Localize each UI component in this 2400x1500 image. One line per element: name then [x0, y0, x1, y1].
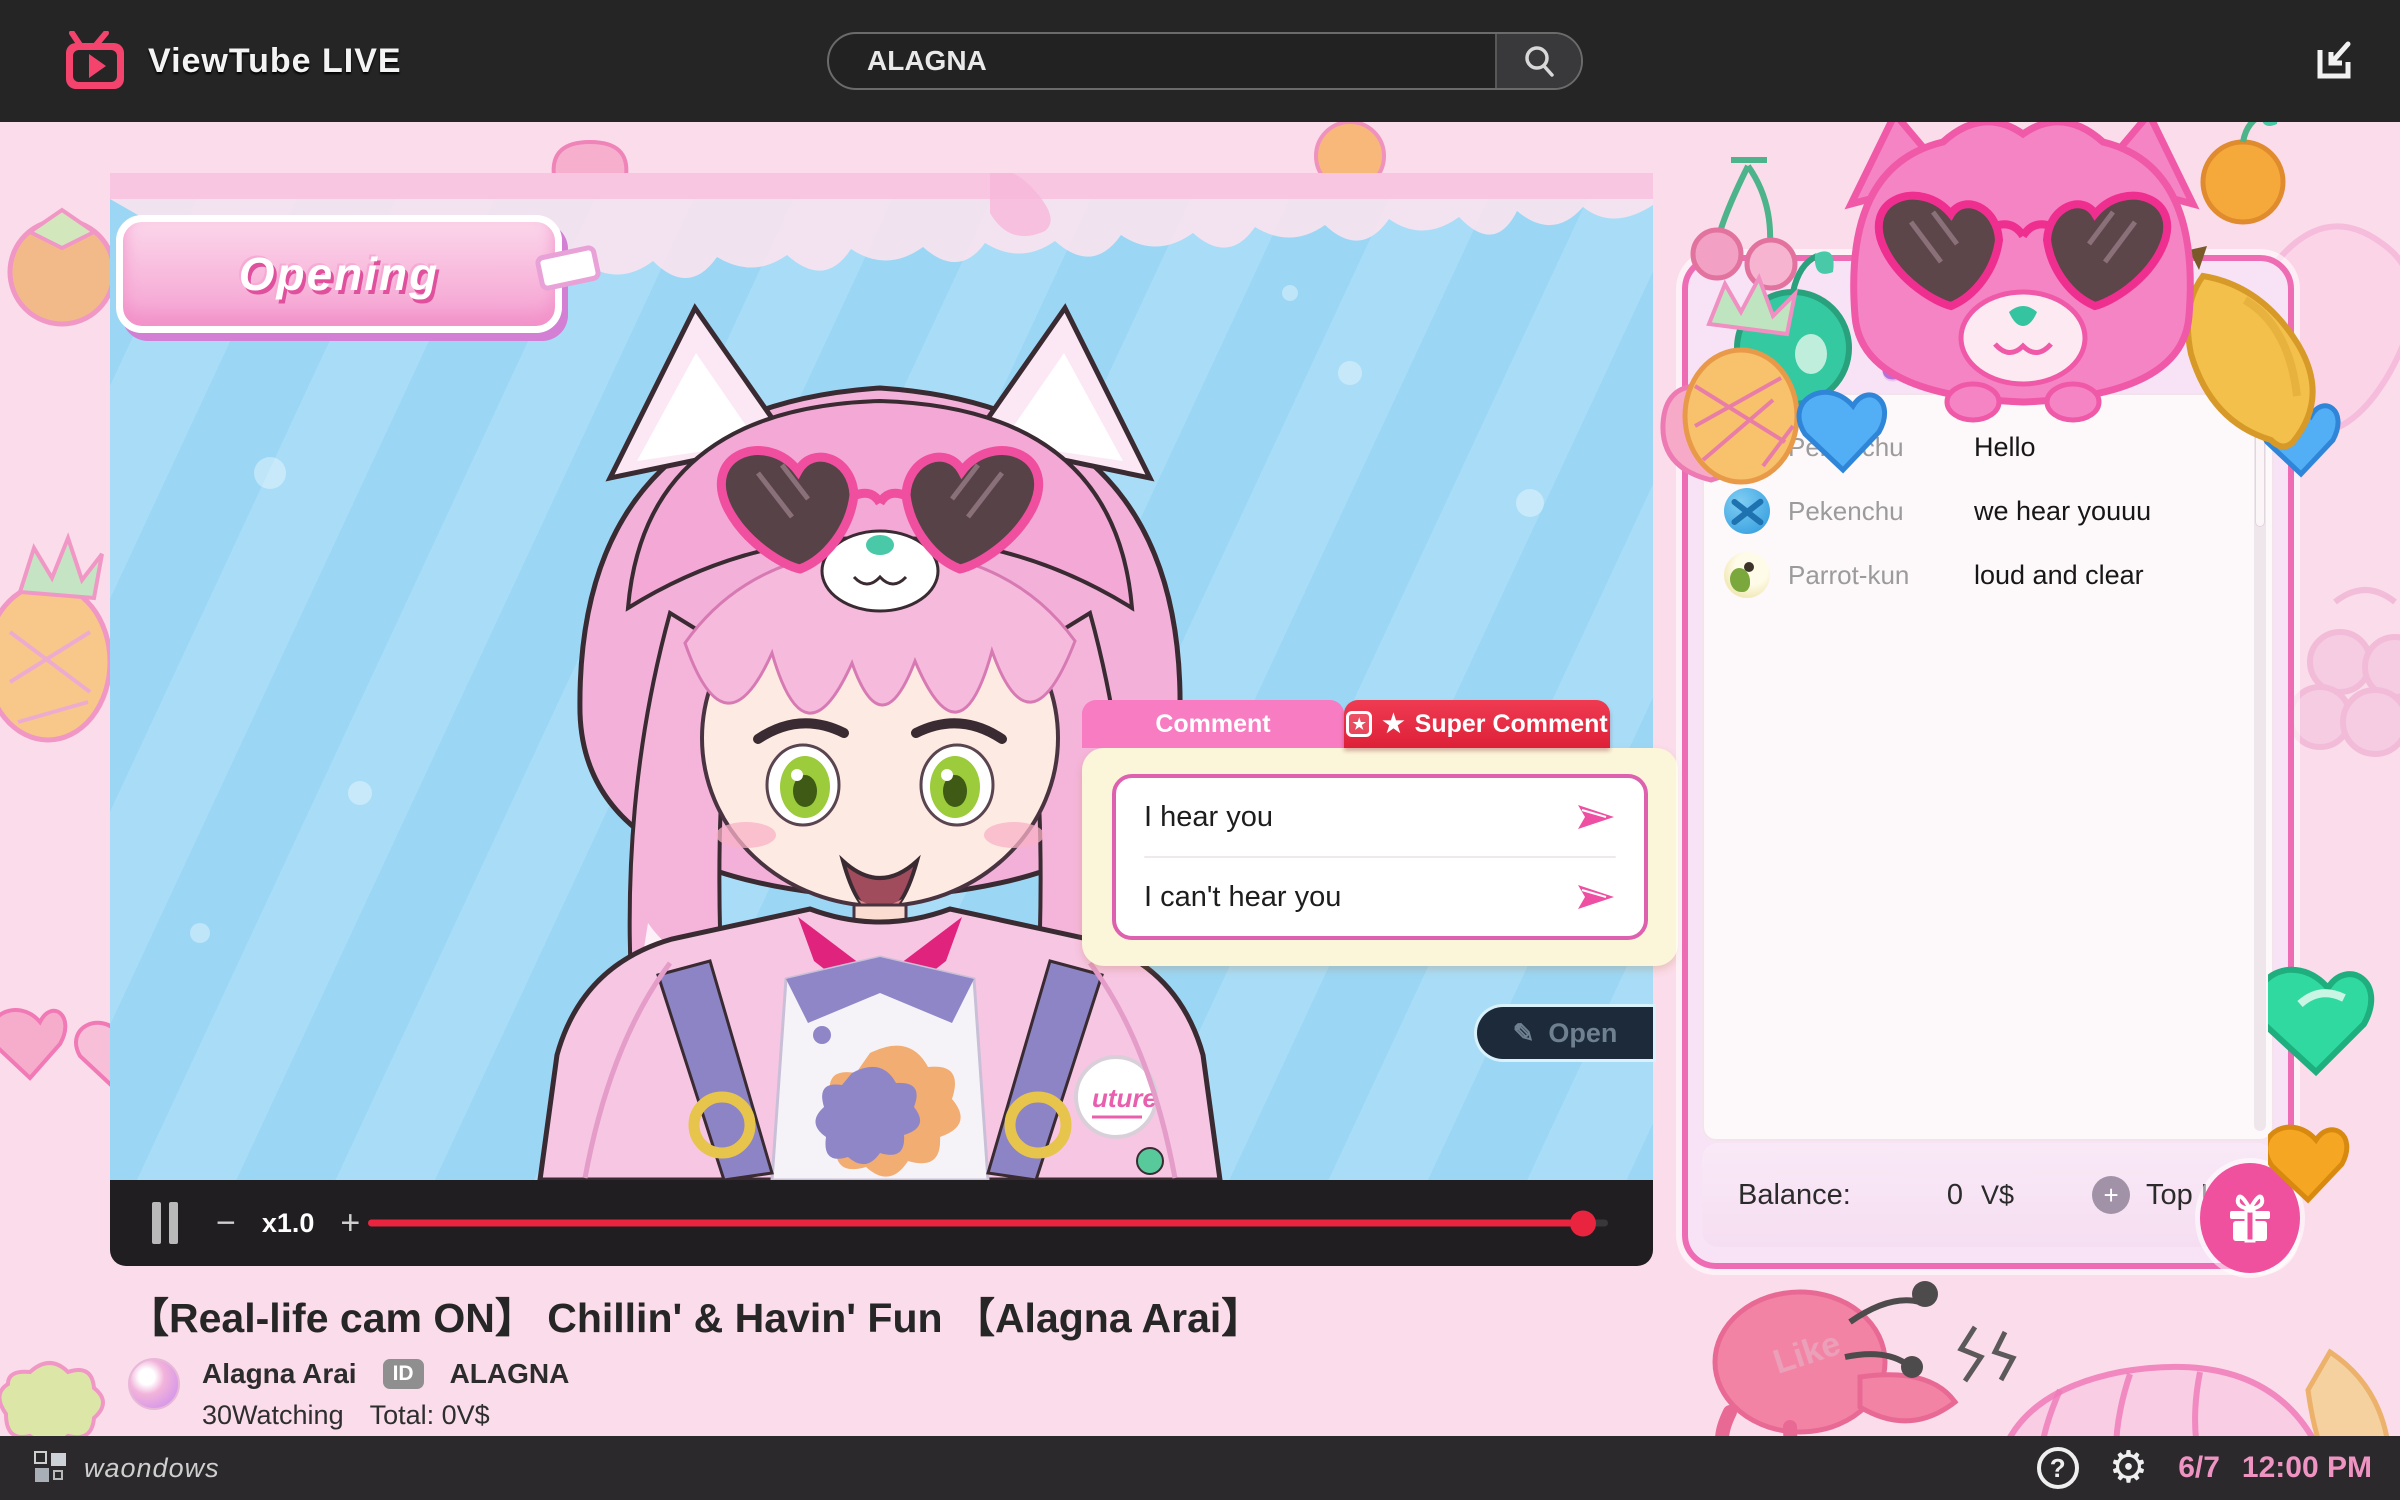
settings-button[interactable]: ⚙: [2109, 1446, 2148, 1490]
star-icon: ★: [1382, 709, 1404, 739]
commenter-avatar: [1724, 552, 1770, 598]
outfit-badge-label: uture: [1092, 1083, 1157, 1113]
brand-text: ViewTube LIVE: [148, 42, 402, 81]
help-button[interactable]: ?: [2037, 1447, 2079, 1489]
taskbar-clock: 6/7 12:00 PM: [2178, 1451, 2372, 1485]
date-label: 6/7: [2178, 1451, 2220, 1485]
stream-title: 【Real-life cam ON】 Chillin' & Havin' Fun…: [128, 1284, 1262, 1344]
progress-fill: [368, 1220, 1583, 1227]
comment-row: Parrot-kun loud and clear: [1724, 543, 2234, 607]
choice-panel: I hear you I can't hear you: [1082, 748, 1678, 966]
open-button[interactable]: ✎ Open: [1477, 1007, 1653, 1059]
topbar: ViewTube LIVE: [0, 0, 2400, 122]
screen: Like ViewTube LIVE: [0, 0, 2400, 1500]
comment-widget: comment Pekenchu Hello Pekenchu we hear …: [1682, 255, 2294, 1269]
pause-button[interactable]: [152, 1202, 178, 1244]
balance-value: 0: [1947, 1179, 1963, 1212]
send-arrow-icon: [1576, 883, 1616, 911]
start-button[interactable]: waondows: [34, 1451, 220, 1485]
total-earned: Total: 0V$: [370, 1400, 490, 1431]
commenter-avatar: [1724, 488, 1770, 534]
watching-count: 30Watching: [202, 1400, 344, 1431]
comment-row: Pekenchu Hello: [1724, 415, 2234, 479]
side-hearts-decor: [2268, 960, 2400, 1220]
brand[interactable]: ViewTube LIVE: [62, 31, 402, 91]
comment-scrollbar[interactable]: [2254, 403, 2266, 1131]
comment-row: Pekenchu we hear youuu: [1724, 479, 2234, 543]
channel-avatar: [128, 1358, 180, 1410]
taskbar: waondows ? ⚙ 6/7 12:00 PM: [0, 1436, 2400, 1500]
progress-knob[interactable]: [1570, 1210, 1596, 1236]
super-comment-badge-icon: ★: [1346, 711, 1372, 737]
commenter-name: Parrot-kun: [1788, 560, 1956, 591]
commenter-name: Pekenchu: [1788, 496, 1956, 527]
speed-down-button[interactable]: −: [216, 1206, 236, 1240]
tab-super-comment[interactable]: ★ ★ Super Comment: [1344, 700, 1610, 748]
search-button[interactable]: [1495, 34, 1581, 88]
exit-window-button[interactable]: [2308, 34, 2360, 86]
channel-id: ALAGNA: [450, 1358, 570, 1390]
speed-up-button[interactable]: +: [340, 1206, 360, 1240]
commenter-avatar: [1724, 424, 1770, 470]
collapse-window-icon: [2310, 36, 2358, 84]
video-area[interactable]: uture Opening Comment ★ ★: [110, 173, 1653, 1180]
comment-text: Hello: [1974, 432, 2036, 463]
send-arrow-icon: [1576, 803, 1616, 831]
stream-info: 【Real-life cam ON】 Chillin' & Havin' Fun…: [128, 1284, 1262, 1431]
waondows-logo-icon: [34, 1451, 68, 1485]
commenter-name: Pekenchu: [1788, 432, 1956, 463]
search-bar: [827, 32, 1583, 90]
balance-label: Balance:: [1738, 1179, 1851, 1212]
video-player: uture Opening Comment ★ ★: [110, 173, 1653, 1266]
comment-list[interactable]: Pekenchu Hello Pekenchu we hear youuu Pa…: [1702, 393, 2274, 1141]
balance-bar: Balance: 0 V$ + Top Up: [1702, 1143, 2274, 1247]
comment-text: loud and clear: [1974, 560, 2144, 591]
comment-text: we hear youuu: [1974, 496, 2151, 527]
magnifier-icon: [1522, 44, 1556, 78]
question-icon: ?: [2050, 1453, 2066, 1484]
choice-i-cant-hear-you[interactable]: I can't hear you: [1144, 881, 1616, 914]
time-label: 12:00 PM: [2242, 1451, 2372, 1485]
viewtube-logo-icon: [62, 31, 128, 91]
pencil-icon: ✎: [1513, 1018, 1535, 1049]
id-badge: ID: [383, 1359, 424, 1389]
comment-dialog: Comment ★ ★ Super Comment I hear you: [1082, 700, 1678, 966]
channel-name: Alagna Arai: [202, 1358, 357, 1390]
choice-divider: [1144, 856, 1616, 858]
progress-bar[interactable]: [368, 1220, 1608, 1227]
tab-comment[interactable]: Comment: [1082, 700, 1344, 748]
video-controls: − x1.0 +: [110, 1180, 1653, 1266]
stage-banner: Opening: [116, 215, 562, 333]
os-label: waondows: [84, 1453, 220, 1484]
choice-i-hear-you[interactable]: I hear you: [1144, 801, 1616, 834]
speed-label: x1.0: [262, 1208, 315, 1239]
plus-icon: +: [2092, 1176, 2130, 1214]
balance-currency: V$: [1981, 1180, 2014, 1211]
scrollbar-thumb[interactable]: [2255, 407, 2265, 527]
comment-panel-header: comment: [1688, 261, 2288, 393]
search-input[interactable]: [829, 34, 1495, 88]
gear-icon: ⚙: [2109, 1443, 2148, 1492]
